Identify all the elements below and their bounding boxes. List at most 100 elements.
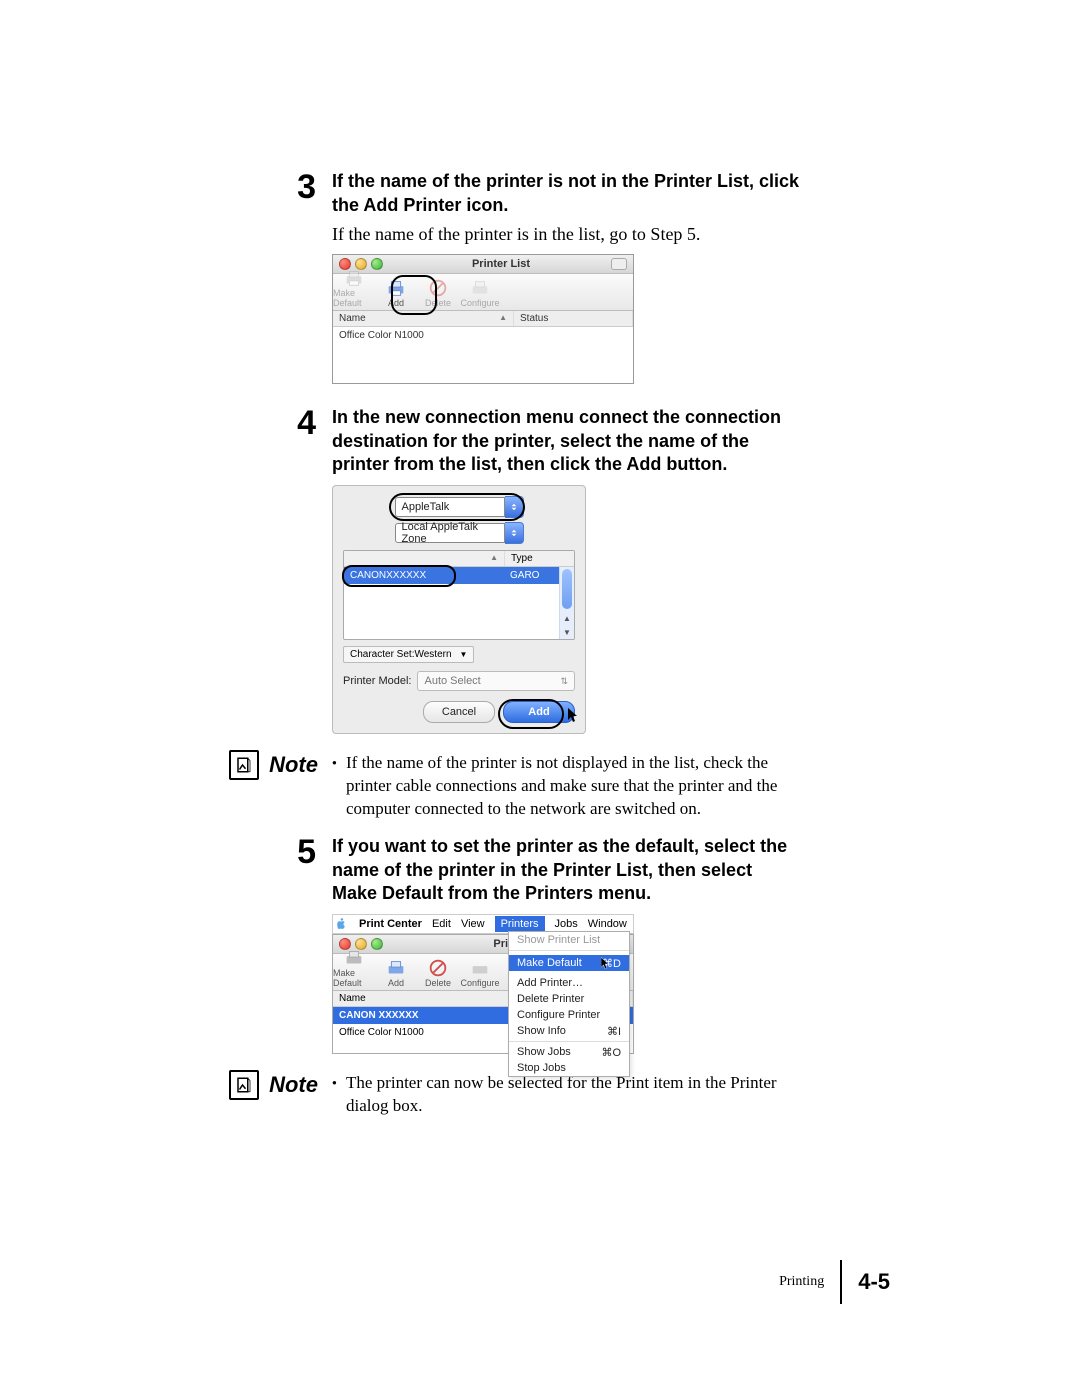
view-menu[interactable]: View	[461, 918, 485, 930]
menu-add-printer[interactable]: Add Printer…	[509, 975, 629, 991]
menu-shortcut: ⌘O	[601, 1046, 621, 1059]
menu-label: Stop Jobs	[517, 1062, 566, 1074]
printer-row[interactable]: Office Color N1000	[333, 327, 633, 344]
menu-label: Show Printer List	[517, 934, 600, 946]
printer-add-icon	[385, 278, 407, 298]
app-menu[interactable]: Print Center	[359, 918, 422, 930]
step-3: 3 If the name of the printer is not in t…	[50, 170, 1030, 384]
step-4-text: In the new connection menu connect the c…	[332, 406, 800, 477]
scroll-down-icon[interactable]: ▼	[560, 625, 574, 639]
menu-configure-printer[interactable]: Configure Printer	[509, 1007, 629, 1023]
no-entry-icon	[427, 958, 449, 978]
step-3-subtext: If the name of the printer is in the lis…	[332, 222, 800, 246]
zone-select[interactable]: Local AppleTalk Zone	[395, 523, 505, 543]
column-header-status[interactable]: Status	[514, 311, 633, 326]
footer-divider	[840, 1260, 842, 1304]
toolbar-label: Delete	[425, 298, 451, 308]
note-2-text: The printer can now be selected for the …	[332, 1072, 800, 1118]
note-2: Note The printer can now be selected for…	[50, 1072, 1030, 1118]
step-number: 3	[50, 170, 316, 384]
scroll-thumb[interactable]	[562, 569, 572, 609]
step-body: If you want to set the printer as the de…	[332, 835, 1030, 1054]
add-printer-button[interactable]: Add	[375, 952, 417, 990]
toolbar-label: Make Default	[333, 968, 375, 988]
page-footer: Printing 4-5	[779, 1260, 890, 1304]
sort-arrow-icon: ▲	[499, 313, 507, 324]
scrollbar[interactable]: ▲ ▼	[559, 567, 574, 639]
figure-add-printer-dialog: AppleTalk Local AppleTalk Zone	[332, 485, 800, 734]
chevron-down-icon: ▼	[460, 650, 468, 659]
toolbar-label: Delete	[425, 978, 451, 988]
step-4: 4 In the new connection menu connect the…	[50, 406, 1030, 734]
step-number: 5	[50, 835, 316, 1054]
make-default-button[interactable]: Make Default	[333, 952, 375, 990]
cancel-label: Cancel	[442, 706, 476, 718]
menu-label: Add Printer…	[517, 977, 583, 989]
make-default-button[interactable]: Make Default	[333, 272, 375, 310]
charset-label: Character Set:Western	[350, 649, 452, 660]
configure-button[interactable]: Configure	[459, 272, 501, 310]
toolbar-label: Make Default	[333, 288, 375, 308]
printer-model-label: Printer Model:	[343, 675, 411, 687]
column-header-type[interactable]: Type	[505, 551, 539, 566]
printer-model-value: Auto Select	[424, 675, 480, 687]
note-label: Note	[269, 752, 318, 778]
column-header-name[interactable]: Name	[339, 313, 366, 324]
footer-page-number: 4-5	[858, 1269, 890, 1295]
connection-select[interactable]: AppleTalk	[395, 497, 505, 517]
menu-make-default[interactable]: Make Default ⌘D	[509, 955, 629, 971]
menu-separator	[509, 1041, 629, 1042]
charset-dropdown[interactable]: Character Set:Western ▼	[343, 646, 474, 663]
menu-label: Make Default	[517, 957, 582, 969]
printer-model-select[interactable]: Auto Select ⇅	[417, 671, 575, 691]
window-menu[interactable]: Window	[588, 918, 627, 930]
apple-menu-icon[interactable]	[337, 918, 349, 930]
no-entry-icon	[427, 278, 449, 298]
edit-menu[interactable]: Edit	[432, 918, 451, 930]
scroll-up-icon[interactable]: ▲	[560, 611, 574, 625]
toolbar-label: Configure	[460, 978, 499, 988]
toolbar-toggle-button[interactable]	[611, 258, 627, 270]
printer-list-row-selected[interactable]: CANONXXXXXX GARO	[344, 567, 574, 584]
stepper-icon: ⇅	[560, 676, 568, 687]
footer-section: Printing	[779, 1274, 824, 1290]
printer-config-icon	[469, 958, 491, 978]
figure-make-default-menu: Print Center Edit View Printers Jobs Win…	[332, 914, 800, 1054]
menu-show-jobs[interactable]: Show Jobs ⌘O	[509, 1044, 629, 1060]
menu-label: Show Info	[517, 1025, 566, 1037]
dropdown-button[interactable]	[505, 496, 524, 518]
menu-label: Delete Printer	[517, 993, 584, 1005]
printers-menu[interactable]: Printers	[495, 916, 545, 932]
zoom-button[interactable]	[371, 258, 383, 270]
step-body: If the name of the printer is not in the…	[332, 170, 1030, 384]
printer-type-cell: GARO	[504, 567, 545, 584]
note-label: Note	[269, 1072, 318, 1098]
step-5-text: If you want to set the printer as the de…	[332, 835, 800, 906]
menu-delete-printer[interactable]: Delete Printer	[509, 991, 629, 1007]
delete-button[interactable]: Delete	[417, 952, 459, 990]
add-button[interactable]: Add	[503, 701, 575, 723]
cursor-icon	[601, 957, 611, 971]
add-label: Add	[528, 706, 549, 718]
menu-show-info[interactable]: Show Info ⌘I	[509, 1023, 629, 1039]
dropdown-button[interactable]	[505, 522, 524, 544]
configure-button[interactable]: Configure	[459, 952, 501, 990]
menu-label: Configure Printer	[517, 1009, 600, 1021]
menu-shortcut: ⌘I	[607, 1025, 621, 1038]
zoom-button[interactable]	[371, 938, 383, 950]
note-icon	[229, 1070, 259, 1100]
menu-show-printer-list[interactable]: Show Printer List	[509, 932, 629, 948]
menu-label: Show Jobs	[517, 1046, 571, 1058]
note-1: Note If the name of the printer is not d…	[50, 752, 1030, 821]
delete-button[interactable]: Delete	[417, 272, 459, 310]
sort-arrow-icon: ▲	[490, 553, 498, 564]
printer-icon	[343, 268, 365, 288]
jobs-menu[interactable]: Jobs	[555, 918, 578, 930]
cancel-button[interactable]: Cancel	[423, 701, 495, 723]
printer-icon	[343, 948, 365, 968]
menu-stop-jobs[interactable]: Stop Jobs	[509, 1060, 629, 1076]
add-printer-button[interactable]: Add	[375, 272, 417, 310]
step-body: In the new connection menu connect the c…	[332, 406, 1030, 734]
printer-add-icon	[385, 958, 407, 978]
toolbar-label: Add	[388, 298, 404, 308]
